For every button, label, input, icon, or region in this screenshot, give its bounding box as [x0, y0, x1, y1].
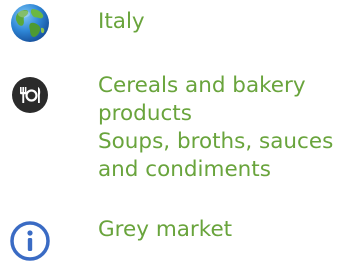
- country-row: Italy: [0, 0, 337, 48]
- market-row: Grey market: [0, 214, 337, 261]
- category-item-line: Soups, broths, sauces: [98, 129, 334, 154]
- globe-icon: [10, 3, 50, 43]
- market-label: Grey market: [98, 217, 233, 242]
- category-item-line: and condiments: [98, 157, 271, 182]
- category-item-line: Cereals and bakery: [98, 73, 306, 98]
- categories-row: Cereals and bakery products Soups, broth…: [0, 68, 337, 208]
- category-list: Cereals and bakery products Soups, broth…: [98, 72, 333, 184]
- country-label: Italy: [98, 9, 145, 34]
- category-item-line: products: [98, 101, 192, 126]
- info-icon: [10, 221, 50, 261]
- food-plate-icon: [10, 75, 50, 115]
